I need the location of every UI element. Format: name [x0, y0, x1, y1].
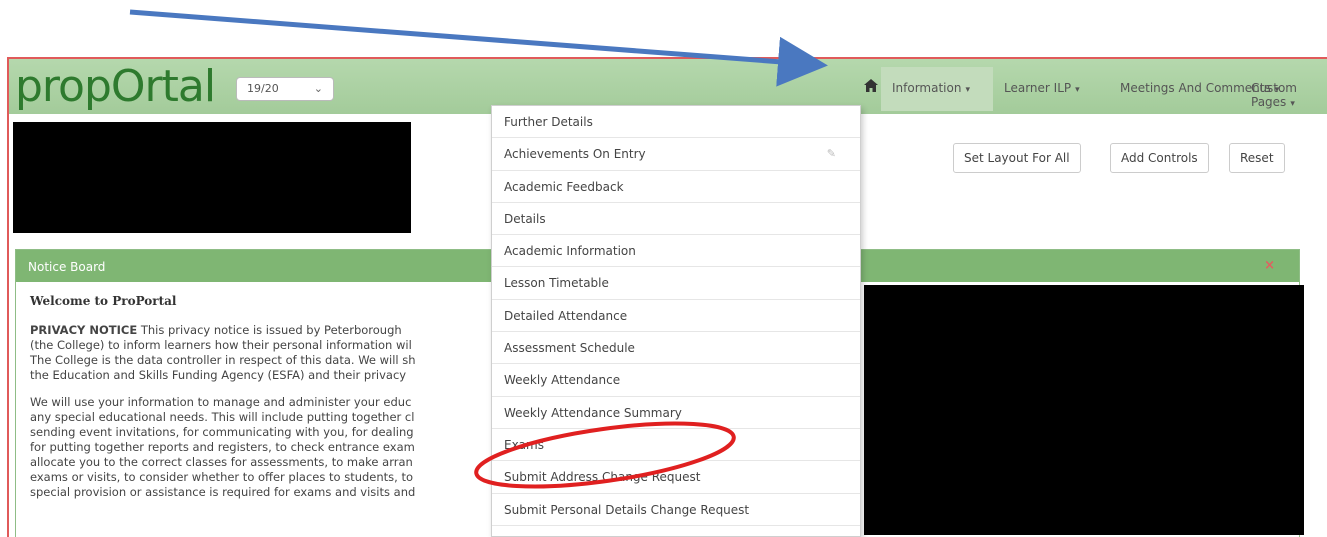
information-dropdown-menu: Further Details Achievements On Entry ✎ A… [491, 105, 861, 537]
menu-item-achievements-on-entry[interactable]: Achievements On Entry ✎ [492, 138, 860, 171]
academic-year-select[interactable]: 19/20 ⌄ [236, 77, 334, 101]
proportal-logo[interactable]: propOrtal [15, 61, 216, 112]
menu-item-weekly-attendance[interactable]: Weekly Attendance [492, 364, 860, 397]
home-icon[interactable] [864, 77, 878, 96]
menu-item-submit-address-change-request[interactable]: Submit Address Change Request [492, 461, 860, 494]
menu-item-details[interactable]: Details [492, 203, 860, 236]
menu-item-academic-feedback[interactable]: Academic Feedback [492, 171, 860, 203]
caret-down-icon: ▾ [1075, 85, 1080, 95]
academic-year-value: 19/20 [247, 82, 279, 95]
set-layout-for-all-button[interactable]: Set Layout For All [953, 143, 1081, 173]
menu-item-exams[interactable]: Exams [492, 429, 860, 462]
menu-item-further-details[interactable]: Further Details [492, 106, 860, 139]
nav-information-label: Information [892, 81, 962, 95]
caret-down-icon: ▾ [1290, 99, 1295, 109]
menu-item-assessment-schedule[interactable]: Assessment Schedule [492, 332, 860, 365]
close-icon[interactable]: × [1264, 258, 1275, 273]
redacted-block [864, 285, 1304, 535]
nav-custom-pages[interactable]: Custom Pages ▾ [1251, 81, 1327, 109]
nav-learner-ilp[interactable]: Learner ILP ▾ [1004, 81, 1080, 95]
menu-item-lesson-timetable[interactable]: Lesson Timetable [492, 267, 860, 300]
privacy-heading: PRIVACY NOTICE [30, 323, 138, 337]
add-controls-button[interactable]: Add Controls [1110, 143, 1209, 173]
privacy-paragraph: PRIVACY NOTICE This privacy notice is is… [30, 323, 550, 383]
chevron-down-icon: ⌄ [313, 82, 323, 95]
nav-information[interactable]: Information ▾ [892, 81, 970, 95]
edit-icon: ✎ [826, 147, 836, 161]
redacted-block [13, 122, 411, 233]
nav-meetings-label: Meetings And Comments [1120, 81, 1271, 95]
menu-item-detailed-attendance[interactable]: Detailed Attendance [492, 300, 860, 333]
nav-learner-ilp-label: Learner ILP [1004, 81, 1072, 95]
usage-paragraph: We will use your information to manage a… [30, 395, 416, 499]
menu-item-submit-personal-details-change-request[interactable]: Submit Personal Details Change Request [492, 494, 860, 526]
menu-item-label: Achievements On Entry [504, 147, 646, 162]
notice-board-title: Notice Board [28, 260, 106, 274]
menu-item-weekly-attendance-summary[interactable]: Weekly Attendance Summary [492, 397, 860, 429]
caret-down-icon: ▾ [965, 85, 970, 95]
menu-item-academic-information[interactable]: Academic Information [492, 235, 860, 268]
reset-button[interactable]: Reset [1229, 143, 1285, 173]
